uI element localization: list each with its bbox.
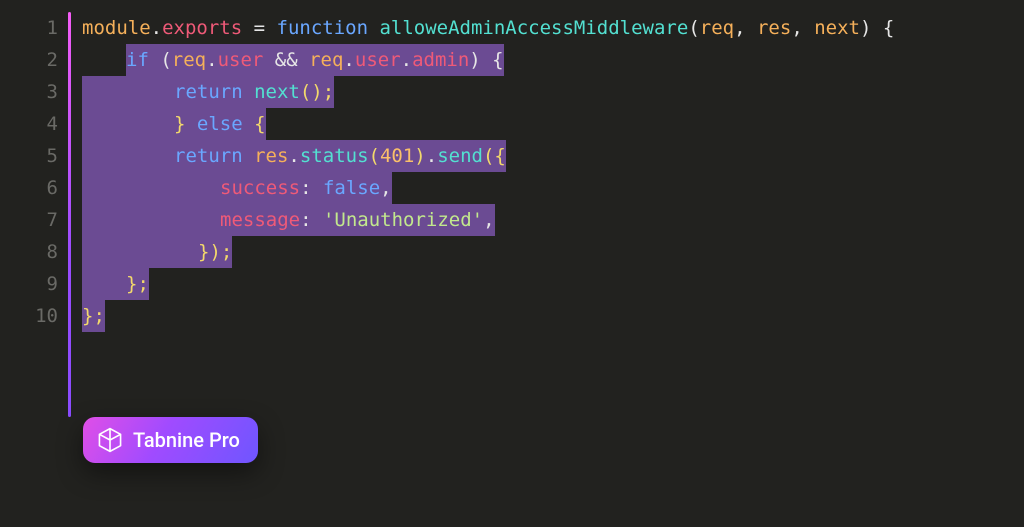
token: . [426, 145, 437, 167]
line-number: 4 [47, 108, 58, 140]
line-number: 1 [47, 12, 58, 44]
token: success [220, 177, 300, 199]
tabnine-pro-badge[interactable]: Tabnine Pro [83, 417, 258, 463]
line-number: 3 [47, 76, 58, 108]
token: }; [82, 305, 105, 327]
token: , [483, 209, 494, 231]
code-line[interactable]: return res.status(401).send({ [82, 140, 1024, 172]
token: }; [126, 273, 149, 295]
token: function [277, 17, 369, 39]
code-line[interactable]: if (req.user && req.user.admin) { [82, 44, 1024, 76]
token: false [323, 177, 380, 199]
line-number-gutter: 1 2 3 4 5 6 7 8 9 10 [8, 12, 68, 332]
line-number: 5 [47, 140, 58, 172]
token: : [300, 177, 323, 199]
token: , [380, 177, 391, 199]
code-line[interactable]: }); [82, 236, 1024, 268]
tabnine-pro-label: Tabnine Pro [133, 428, 240, 452]
token: . [151, 17, 162, 39]
token: , [791, 17, 814, 39]
code-line[interactable]: return next(); [82, 76, 1024, 108]
token: status [300, 145, 369, 167]
token: 'Unauthorized' [323, 209, 483, 231]
line-number: 8 [47, 236, 58, 268]
token: module [82, 17, 151, 39]
line-number: 7 [47, 204, 58, 236]
token: . [343, 49, 354, 71]
token: res [254, 145, 288, 167]
token: message [220, 209, 300, 231]
token: res [757, 17, 791, 39]
code-line[interactable]: success: false, [82, 172, 1024, 204]
token: admin [412, 49, 469, 71]
token: exports [162, 17, 242, 39]
token: next [814, 17, 860, 39]
line-number: 10 [35, 300, 58, 332]
code-line[interactable]: message: 'Unauthorized', [82, 204, 1024, 236]
token: : [300, 209, 323, 231]
token: send [437, 145, 483, 167]
line-number: 9 [47, 268, 58, 300]
code-line[interactable]: }; [82, 268, 1024, 300]
token: next [243, 81, 300, 103]
token: req [172, 49, 206, 71]
token: (); [300, 81, 334, 103]
token: . [288, 145, 299, 167]
code-editor[interactable]: 1 2 3 4 5 6 7 8 9 10 module.exports = fu… [0, 0, 1024, 332]
suggestion-bar [68, 12, 71, 417]
token: 401 [380, 145, 414, 167]
token: = [242, 17, 276, 39]
token: user [355, 49, 401, 71]
token: return [174, 81, 243, 103]
code-lines[interactable]: module.exports = function alloweAdminAcc… [82, 12, 1024, 332]
token: req [309, 49, 343, 71]
token: && [263, 49, 309, 71]
line-number: 6 [47, 172, 58, 204]
token: return [174, 145, 243, 167]
tabnine-icon [97, 427, 123, 453]
token: alloweAdminAccessMiddleware [368, 17, 688, 39]
token: , [734, 17, 757, 39]
token: }); [198, 241, 232, 263]
code-line[interactable]: } else { [82, 108, 1024, 140]
token: user [218, 49, 264, 71]
token: . [206, 49, 217, 71]
token: . [401, 49, 412, 71]
code-line[interactable]: module.exports = function alloweAdminAcc… [82, 12, 1024, 44]
token: req [700, 17, 734, 39]
token: ) { [469, 49, 503, 71]
line-number: 2 [47, 44, 58, 76]
token: ) { [860, 17, 894, 39]
code-line[interactable]: }; [82, 300, 1024, 332]
code-area[interactable]: module.exports = function alloweAdminAcc… [68, 12, 1024, 332]
token: ( [688, 17, 699, 39]
token: if [126, 49, 149, 71]
token: ({ [483, 145, 506, 167]
